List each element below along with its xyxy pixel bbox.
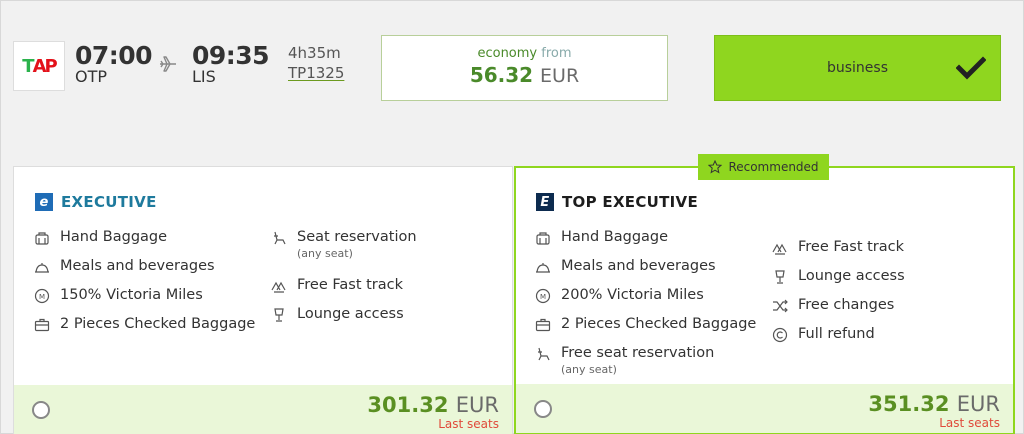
feature-sublabel: (any seat) xyxy=(297,247,353,260)
feature-item: Free Fast track xyxy=(271,277,403,294)
select-radio[interactable] xyxy=(32,401,50,419)
top-executive-badge-icon: E xyxy=(536,193,554,211)
feature-item: 2 Pieces Checked Baggage xyxy=(34,316,255,333)
lounge-icon xyxy=(274,308,284,322)
feature-label: Free Fast track xyxy=(798,239,905,255)
svg-text:M: M xyxy=(39,293,45,301)
fare-footer: 351.32 EUR Last seats xyxy=(516,384,1013,433)
checkmark-icon xyxy=(956,56,986,80)
checked-baggage-icon xyxy=(535,318,551,332)
fare-card-executive[interactable]: e EXECUTIVE Hand Baggage Meals and bevera… xyxy=(13,166,513,434)
feature-label: Meals and beverages xyxy=(561,258,716,274)
availability-text: Last seats xyxy=(438,417,499,431)
fast-track-icon xyxy=(271,281,286,293)
feature-label: Free Fast track xyxy=(297,277,404,293)
lounge-icon xyxy=(775,270,785,284)
fare-price: 351.32 xyxy=(868,392,950,416)
feature-label: Hand Baggage xyxy=(60,229,168,245)
feature-label: Free seat reservation xyxy=(561,345,715,361)
flight-summary: T AP 07:00 OTP 09:35 LIS 4h35m TP1325 eco… xyxy=(1,1,1024,141)
feature-item: Free Fast track xyxy=(772,239,904,256)
feature-item: Free seat reservation (any seat) xyxy=(535,345,714,376)
flight-number-link[interactable]: TP1325 xyxy=(288,64,344,82)
plane-icon xyxy=(160,56,176,72)
hand-baggage-icon xyxy=(536,232,550,245)
recommended-badge: Recommended xyxy=(698,154,829,180)
feature-item: 2 Pieces Checked Baggage xyxy=(535,316,756,333)
select-radio[interactable] xyxy=(534,400,552,418)
feature-label: Full refund xyxy=(798,326,875,342)
depart-code: OTP xyxy=(75,67,108,86)
shuffle-icon xyxy=(773,299,788,313)
availability-text: Last seats xyxy=(939,416,1000,430)
fare-currency: EUR xyxy=(956,392,1000,416)
feature-item: M 150% Victoria Miles xyxy=(34,287,203,304)
feature-item: M 200% Victoria Miles xyxy=(535,287,704,304)
feature-label: Meals and beverages xyxy=(60,258,215,274)
hand-baggage-icon xyxy=(35,232,49,245)
airline-logo: T AP xyxy=(13,41,65,91)
feature-label: 150% Victoria Miles xyxy=(60,287,203,303)
feature-item: Hand Baggage xyxy=(535,229,668,246)
feature-label: Lounge access xyxy=(297,306,404,322)
economy-fare-button[interactable]: economy from 56.32 EUR xyxy=(381,35,668,101)
arrive-code: LIS xyxy=(192,67,216,86)
from-label: from xyxy=(541,46,572,61)
miles-icon: M xyxy=(34,288,50,304)
feature-label: Seat reservation xyxy=(297,229,417,245)
feature-item: Free changes xyxy=(772,297,894,314)
seat-icon xyxy=(274,231,286,245)
feature-item: Full refund xyxy=(772,326,875,343)
meals-icon xyxy=(536,263,550,273)
business-fare-button[interactable]: business xyxy=(714,35,1001,101)
card-title: E TOP EXECUTIVE xyxy=(536,193,698,211)
economy-price: 56.32 xyxy=(469,63,534,87)
arrive-time: 09:35 xyxy=(192,41,270,70)
feature-label: Free changes xyxy=(798,297,895,313)
fare-card-top-executive[interactable]: E TOP EXECUTIVE Hand Baggage Meals and be… xyxy=(514,166,1015,434)
fare-price: 301.32 xyxy=(367,393,449,417)
feature-sublabel: (any seat) xyxy=(561,363,617,376)
executive-badge-icon: e xyxy=(35,193,53,211)
depart-time: 07:00 xyxy=(75,41,153,70)
meals-icon xyxy=(35,263,49,273)
feature-item: Lounge access xyxy=(271,306,404,323)
card-title: e EXECUTIVE xyxy=(35,193,157,211)
checked-baggage-icon xyxy=(34,318,50,332)
feature-item: Meals and beverages xyxy=(34,258,215,275)
star-icon xyxy=(708,160,723,174)
copyright-icon xyxy=(772,327,788,343)
miles-icon: M xyxy=(535,288,551,304)
economy-currency: EUR xyxy=(540,65,580,87)
feature-item: Seat reservation (any seat) xyxy=(271,229,417,260)
feature-label: 2 Pieces Checked Baggage xyxy=(561,316,757,332)
feature-label: 2 Pieces Checked Baggage xyxy=(60,316,256,332)
feature-item: Lounge access xyxy=(772,268,905,285)
business-label: business xyxy=(826,60,889,76)
feature-label: Hand Baggage xyxy=(561,229,669,245)
fare-footer: 301.32 EUR Last seats xyxy=(14,385,512,434)
flight-duration: 4h35m xyxy=(288,44,341,62)
svg-text:M: M xyxy=(540,293,546,301)
economy-label: economy xyxy=(477,46,538,61)
fast-track-icon xyxy=(772,243,787,255)
fare-currency: EUR xyxy=(455,393,499,417)
feature-label: 200% Victoria Miles xyxy=(561,287,704,303)
feature-item: Hand Baggage xyxy=(34,229,167,246)
seat-icon xyxy=(538,347,550,361)
feature-label: Lounge access xyxy=(798,268,905,284)
feature-item: Meals and beverages xyxy=(535,258,716,275)
